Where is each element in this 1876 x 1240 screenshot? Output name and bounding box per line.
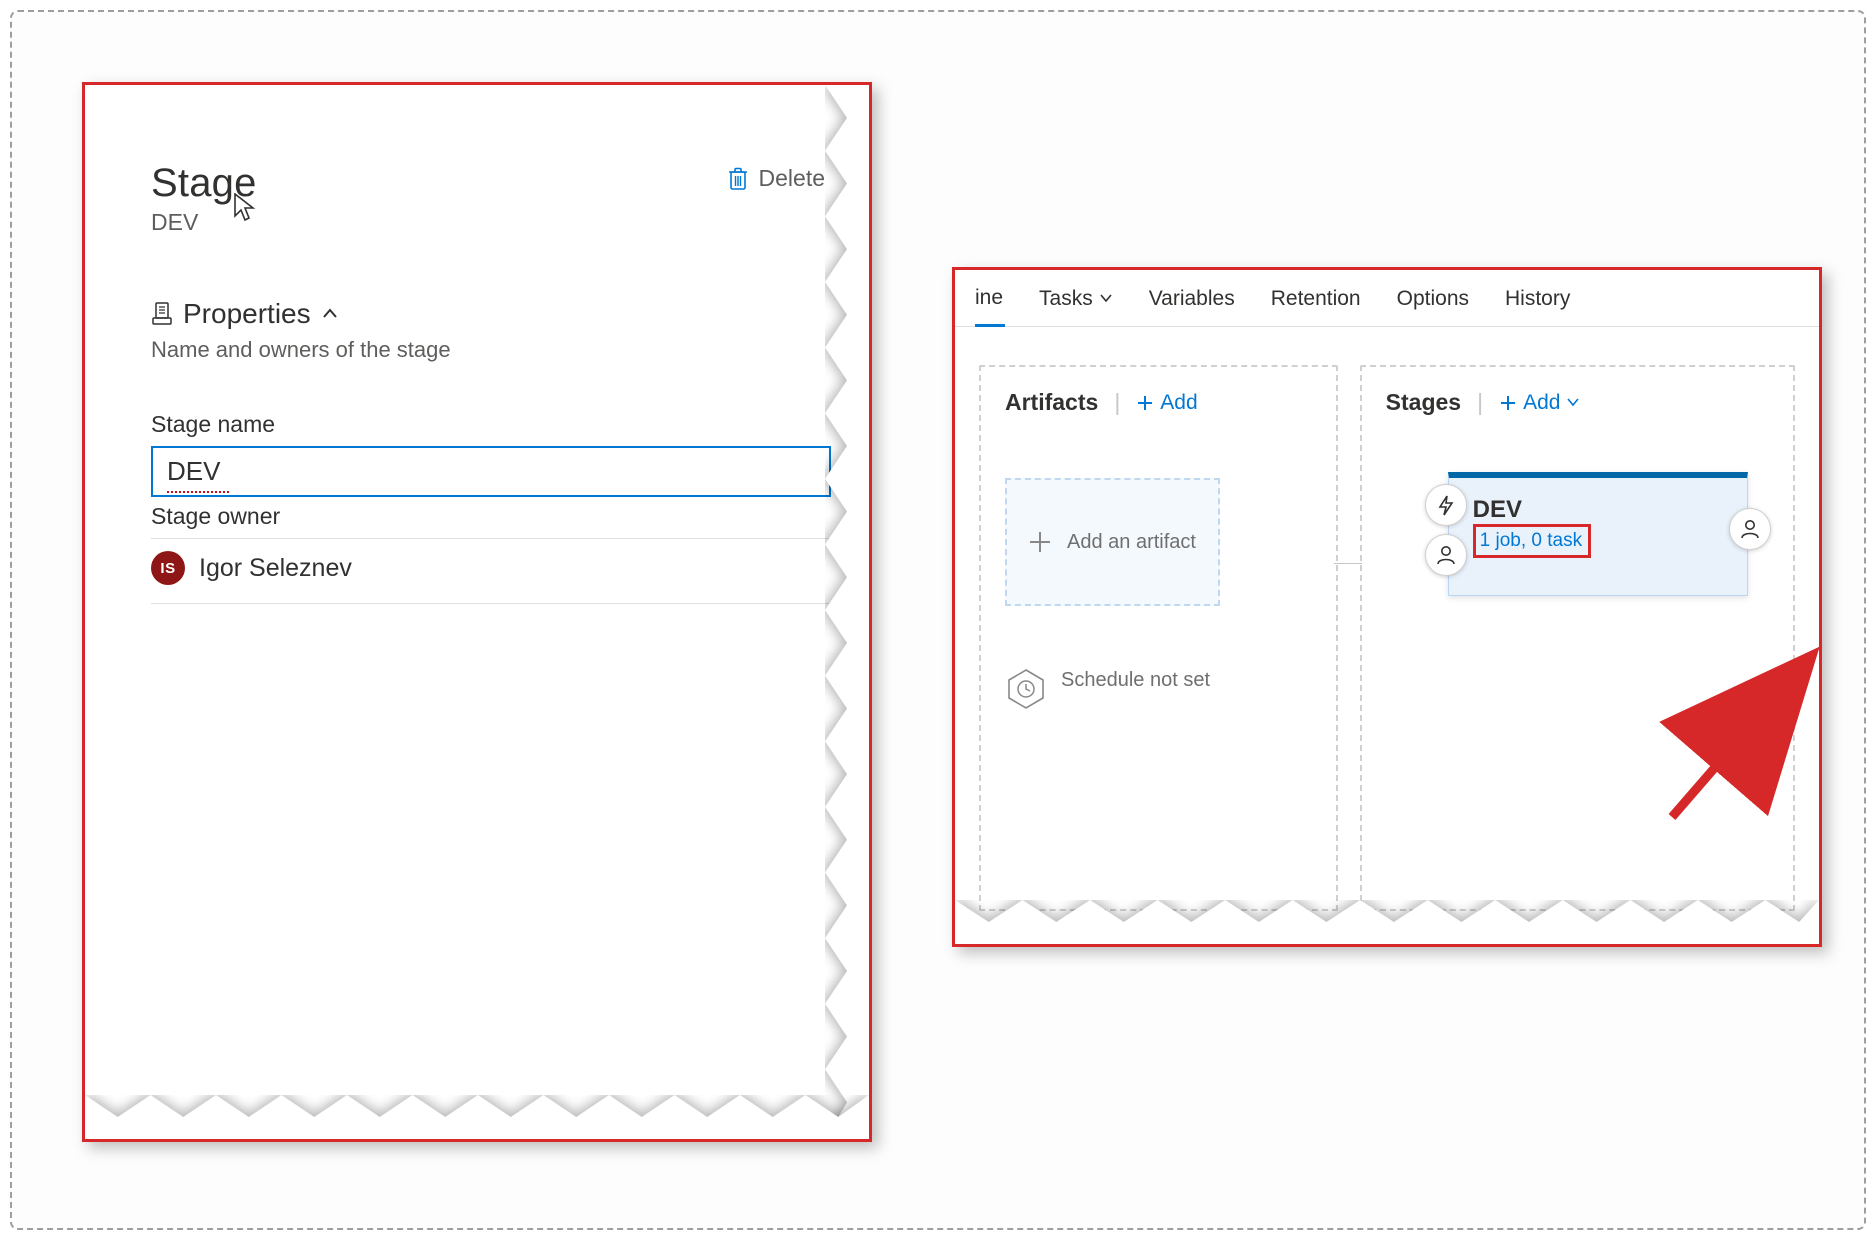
divider: | <box>1108 389 1126 416</box>
tab-retention[interactable]: Retention <box>1269 281 1363 325</box>
person-icon <box>1739 518 1761 540</box>
pre-deploy-approvers-button[interactable] <box>1425 534 1467 576</box>
stages-column: Stages | Add <box>1360 365 1795 911</box>
annotation-arrow <box>1652 647 1822 827</box>
plus-icon <box>1027 529 1053 555</box>
properties-section-toggle[interactable]: Properties <box>151 298 339 330</box>
torn-edge-right <box>825 85 869 1139</box>
tab-tasks[interactable]: Tasks <box>1037 281 1115 325</box>
avatar: IS <box>151 551 185 585</box>
stage-name-subheading: DEV <box>151 209 257 236</box>
composite-screenshot-frame: Stage DEV Delete P <box>10 10 1866 1230</box>
add-stage-link[interactable]: Add <box>1499 391 1580 415</box>
editor-tabs: ine Tasks Variables Retention Options Hi… <box>955 270 1819 327</box>
chevron-down-icon <box>1566 391 1580 415</box>
properties-heading: Properties <box>183 298 311 330</box>
tab-options[interactable]: Options <box>1395 281 1471 325</box>
person-icon <box>1435 544 1457 566</box>
stage-owner-label: Stage owner <box>151 503 831 530</box>
stage-properties-panel: Stage DEV Delete P <box>82 82 872 1142</box>
tab-pipeline-partial[interactable]: ine <box>975 280 1005 327</box>
delete-stage-button[interactable]: Delete <box>721 161 831 196</box>
add-artifact-card-label: Add an artifact <box>1067 530 1196 555</box>
pre-deploy-trigger-button[interactable] <box>1425 484 1467 526</box>
pipeline-visual-editor: ine Tasks Variables Retention Options Hi… <box>952 267 1822 947</box>
trash-icon <box>727 166 749 192</box>
torn-edge-bottom <box>955 900 1819 944</box>
add-artifact-card[interactable]: Add an artifact <box>1005 478 1220 606</box>
schedule-row[interactable]: Schedule not set <box>1005 668 1312 710</box>
plus-icon <box>1136 394 1154 412</box>
tab-tasks-label: Tasks <box>1039 287 1093 311</box>
stage-card-dev[interactable]: DEV 1 job, 0 task <box>1448 472 1748 596</box>
add-artifact-link[interactable]: Add <box>1136 391 1197 415</box>
clock-icon <box>1016 679 1036 699</box>
stage-heading: Stage <box>151 161 257 205</box>
tab-history[interactable]: History <box>1503 281 1572 325</box>
stage-card-tasks-annotation-box: 1 job, 0 task <box>1473 524 1591 558</box>
stage-card-title: DEV <box>1473 496 1725 524</box>
stages-heading: Stages <box>1386 389 1461 416</box>
plus-icon <box>1499 394 1517 412</box>
owner-name: Igor Seleznev <box>199 554 352 583</box>
artifacts-heading: Artifacts <box>1005 389 1098 416</box>
stage-name-input[interactable] <box>151 446 831 497</box>
stage-owner-row[interactable]: IS Igor Seleznev <box>151 538 831 604</box>
chevron-down-icon <box>1099 287 1113 311</box>
torn-edge-bottom <box>85 1095 869 1139</box>
add-artifact-label: Add <box>1160 391 1197 415</box>
tab-variables[interactable]: Variables <box>1147 281 1237 325</box>
server-icon <box>151 302 173 326</box>
post-deploy-approvers-button[interactable] <box>1729 508 1771 550</box>
stage-connector-line <box>1334 563 1362 564</box>
schedule-icon <box>1005 668 1047 710</box>
chevron-up-icon <box>321 298 339 330</box>
delete-label: Delete <box>759 165 825 192</box>
lightning-icon <box>1435 494 1457 516</box>
spellcheck-squiggle <box>167 491 229 493</box>
properties-subtitle: Name and owners of the stage <box>151 337 831 363</box>
stage-name-label: Stage name <box>151 411 831 438</box>
schedule-label: Schedule not set <box>1061 668 1210 693</box>
stage-card-tasks-link[interactable]: 1 job, 0 task <box>1480 529 1582 553</box>
add-stage-label: Add <box>1523 391 1560 415</box>
artifacts-column: Artifacts | Add Add an artifact <box>979 365 1338 911</box>
divider: | <box>1471 389 1489 416</box>
